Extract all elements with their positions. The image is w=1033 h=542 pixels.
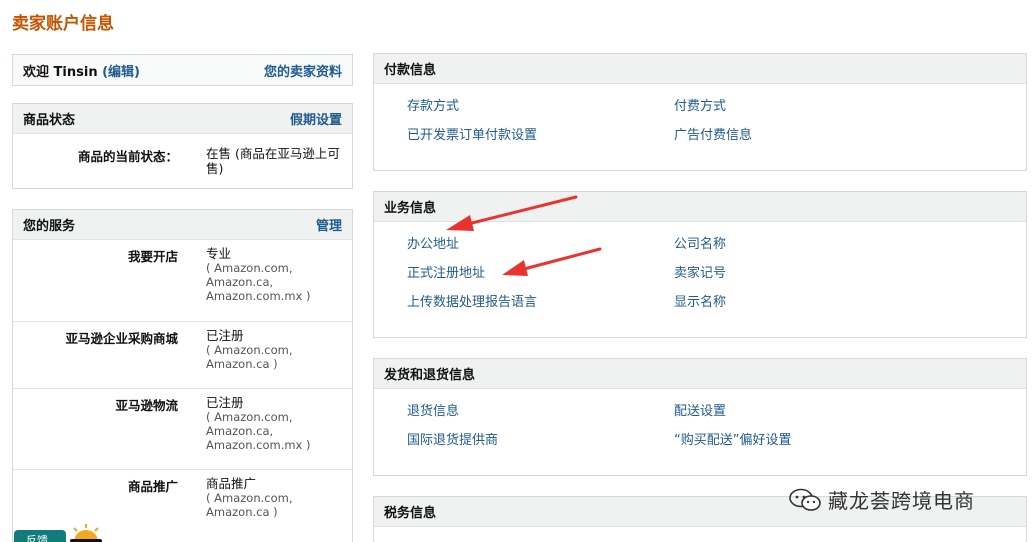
feedback-button[interactable]: 反馈 xyxy=(14,530,66,542)
annotation-arrow-office xyxy=(446,195,578,231)
payment-link-1[interactable]: 付费方式 xyxy=(674,97,1026,116)
page-title: 卖家账户信息 xyxy=(12,14,114,34)
business-link-1[interactable]: 公司名称 xyxy=(674,235,1026,254)
service-value: 已注册( Amazon.com, Amazon.ca ) xyxy=(190,322,352,388)
service-marketplace: Amazon.ca, xyxy=(206,275,274,289)
listing-status-value: 在售 (商品在亚马逊上可售) xyxy=(206,146,340,176)
service-row: 亚马逊企业采购商城 已注册( Amazon.com, Amazon.ca ) xyxy=(13,322,352,389)
payment-link-3[interactable]: 广告付费信息 xyxy=(674,126,1026,145)
service-marketplace: ( Amazon.com, xyxy=(206,491,293,505)
shipping-header: 发货和退货信息 xyxy=(374,359,1026,389)
listing-status-title: 商品状态 xyxy=(23,113,76,128)
wechat-icon xyxy=(789,488,821,511)
service-marketplace: Amazon.ca ) xyxy=(206,357,278,371)
welcome-box: 欢迎 Tinsin (编辑) 您的卖家资料 xyxy=(12,54,353,86)
watermark: 藏龙荟跨境电商 xyxy=(788,485,975,514)
service-status: 已注册 xyxy=(206,328,244,343)
service-value: 商品推广( Amazon.com, Amazon.ca ) xyxy=(190,470,352,540)
service-row: 我要开店 专业( Amazon.com, Amazon.ca, Amazon.com.… xyxy=(13,240,352,322)
shipping-box: 发货和退货信息 退货信息 配送设置 国际退货提供商 “购买配送”偏好设置 xyxy=(373,358,1027,476)
shipping-title: 发货和退货信息 xyxy=(384,368,476,383)
watermark-text: 藏龙荟跨境电商 xyxy=(828,489,975,513)
business-link-3[interactable]: 卖家记号 xyxy=(674,264,1026,283)
service-marketplace: Amazon.com.mx ) xyxy=(206,289,311,303)
payment-link-2[interactable]: 已开发票订单付款设置 xyxy=(407,126,674,145)
business-title: 业务信息 xyxy=(384,201,437,216)
welcome-user: Tinsin xyxy=(53,64,98,80)
service-status: 专业 xyxy=(206,246,232,261)
service-name: 亚马逊物流 xyxy=(115,398,178,413)
services-box: 您的服务 管理 我要开店 专业( Amazon.com, Amazon.ca, Ama… xyxy=(12,209,353,542)
shipping-links: 退货信息 配送设置 国际退货提供商 “购买配送”偏好设置 xyxy=(374,389,1026,450)
payment-link-0[interactable]: 存款方式 xyxy=(407,97,674,116)
tax-title: 税务信息 xyxy=(384,506,437,521)
payment-links: 存款方式 付费方式 已开发票订单付款设置 广告付费信息 xyxy=(374,84,1026,145)
listing-status-row: 商品的当前状态： 在售 (商品在亚马逊上可售) xyxy=(13,134,352,182)
service-value: 专业( Amazon.com, Amazon.ca, Amazon.com.mx ) xyxy=(190,240,352,321)
listing-status-label: 商品的当前状态： xyxy=(77,149,178,164)
service-marketplace: Amazon.ca, xyxy=(206,424,274,438)
service-marketplace: ( Amazon.com, xyxy=(206,343,293,357)
payment-header: 付款信息 xyxy=(374,54,1026,84)
listing-status-header: 商品状态 假期设置 xyxy=(13,104,352,134)
shipping-link-2[interactable]: 国际退货提供商 xyxy=(407,431,674,450)
payment-title: 付款信息 xyxy=(384,63,437,78)
shipping-link-1[interactable]: 配送设置 xyxy=(674,402,1026,421)
service-status: 已注册 xyxy=(206,395,244,410)
seller-profile-link[interactable]: 您的卖家资料 xyxy=(264,61,342,80)
annotation-arrow-registered xyxy=(502,247,602,276)
mascot-icon xyxy=(70,524,102,542)
service-marketplace: Amazon.com.mx ) xyxy=(206,438,311,452)
vacation-settings-link[interactable]: 假期设置 xyxy=(290,109,342,128)
welcome-text: 欢迎 Tinsin (编辑) xyxy=(23,61,140,80)
business-link-5[interactable]: 显示名称 xyxy=(674,293,1026,312)
manage-services-link[interactable]: 管理 xyxy=(316,215,342,234)
listing-status-box: 商品状态 假期设置 商品的当前状态： 在售 (商品在亚马逊上可售) xyxy=(12,103,353,189)
services-header: 您的服务 管理 xyxy=(13,210,352,240)
services-list: 我要开店 专业( Amazon.com, Amazon.ca, Amazon.com.… xyxy=(13,240,352,540)
services-title: 您的服务 xyxy=(23,219,76,234)
shipping-link-0[interactable]: 退货信息 xyxy=(407,402,674,421)
service-row: 亚马逊物流 已注册( Amazon.com, Amazon.ca, Amazon.co… xyxy=(13,389,352,470)
service-marketplace: ( Amazon.com, xyxy=(206,261,293,275)
service-name: 我要开店 xyxy=(127,249,178,264)
payment-box: 付款信息 存款方式 付费方式 已开发票订单付款设置 广告付费信息 xyxy=(373,53,1027,171)
service-value: 已注册( Amazon.com, Amazon.ca, Amazon.com.mx … xyxy=(190,389,352,469)
business-link-4[interactable]: 上传数据处理报告语言 xyxy=(407,293,674,312)
service-marketplace: Amazon.ca ) xyxy=(206,505,278,519)
service-name: 亚马逊企业采购商城 xyxy=(65,331,178,346)
service-status: 商品推广 xyxy=(206,476,257,491)
edit-link[interactable]: (编辑) xyxy=(102,65,140,80)
shipping-link-3[interactable]: “购买配送”偏好设置 xyxy=(674,431,1026,450)
welcome-prefix: 欢迎 xyxy=(23,64,50,80)
service-marketplace: ( Amazon.com, xyxy=(206,410,293,424)
